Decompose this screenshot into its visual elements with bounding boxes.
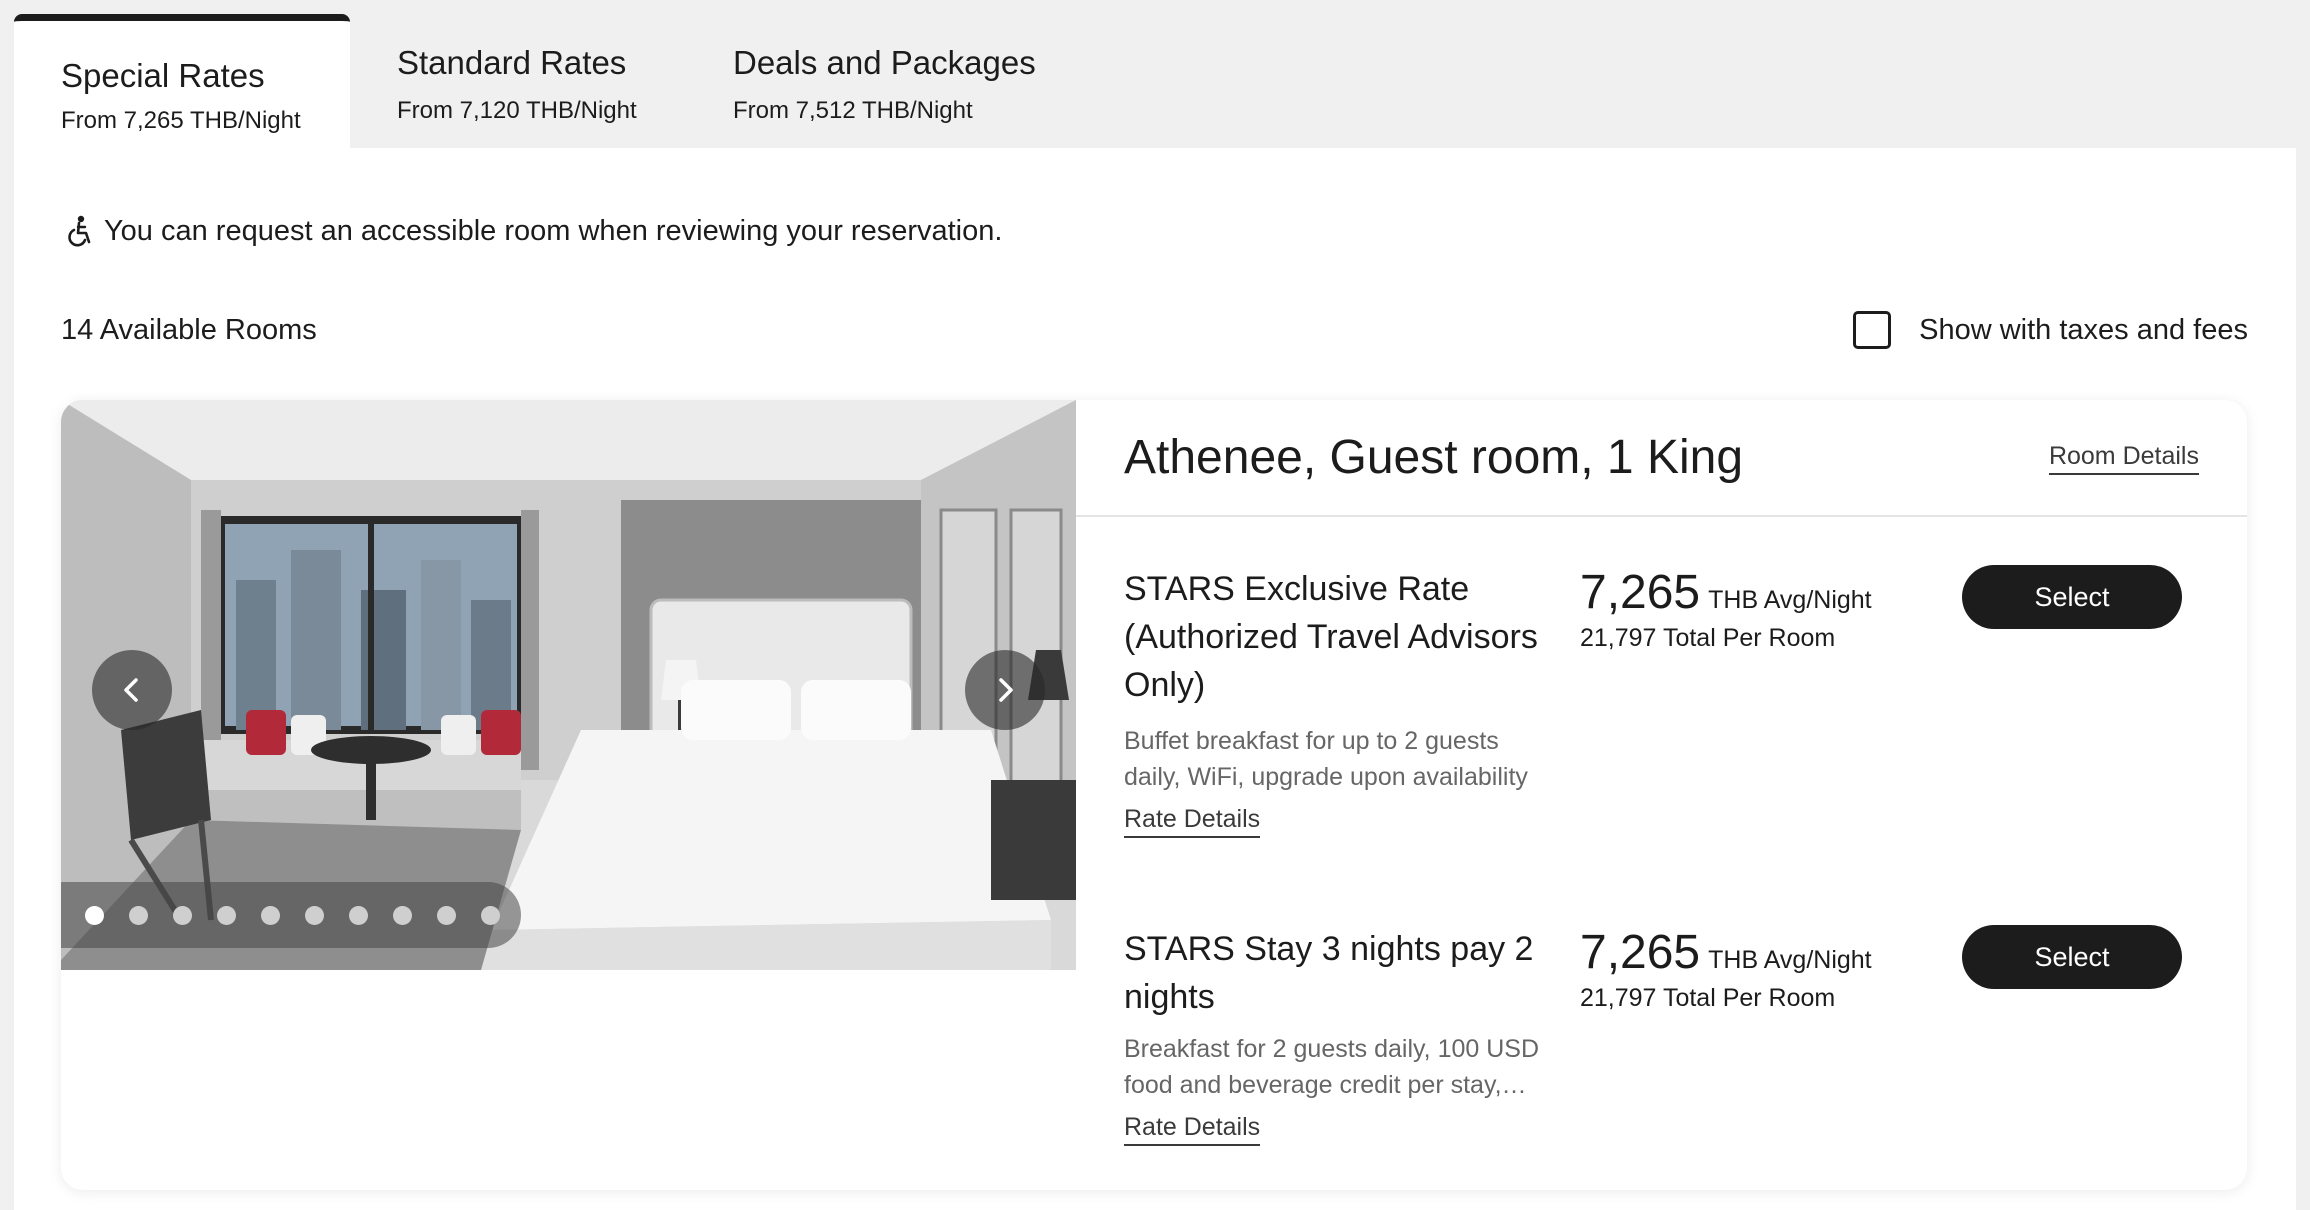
available-rooms-count: 14 Available Rooms bbox=[61, 314, 317, 346]
photo-dot[interactable] bbox=[393, 905, 412, 925]
tab-title: Special Rates bbox=[61, 57, 265, 94]
rates-panel: You can request an accessible room when … bbox=[14, 148, 2296, 1210]
tab-title: Standard Rates bbox=[397, 44, 627, 81]
room-header: Athenee, Guest room, 1 King Room Details bbox=[1076, 400, 2247, 517]
accessibility-notice: You can request an accessible room when … bbox=[64, 214, 1002, 248]
photo-dot[interactable] bbox=[173, 905, 192, 925]
photo-dot[interactable] bbox=[437, 905, 456, 925]
photo-dot[interactable] bbox=[261, 905, 280, 925]
rate-details-link[interactable]: Rate Details bbox=[1124, 805, 1261, 838]
price-total: 21,797 Total Per Room bbox=[1580, 624, 1836, 652]
room-card: Athenee, Guest room, 1 King Room Details… bbox=[61, 400, 2247, 1190]
photo-dot[interactable] bbox=[129, 905, 148, 925]
photo-dot[interactable] bbox=[85, 905, 104, 925]
photo-dot[interactable] bbox=[305, 905, 324, 925]
tab-deals-and-packages[interactable]: Deals and Packages From 7,512 THB/Night bbox=[686, 14, 1066, 148]
select-rate-button[interactable]: Select bbox=[1962, 925, 2182, 989]
taxes-toggle[interactable]: Show with taxes and fees bbox=[1853, 311, 2248, 349]
rate-details-link[interactable]: Rate Details bbox=[1124, 1113, 1261, 1146]
price-amount: 7,265 bbox=[1580, 926, 1701, 979]
tab-special-rates[interactable]: Special Rates From 7,265 THB/Night bbox=[14, 14, 350, 148]
tab-subtitle: From 7,265 THB/Night bbox=[61, 107, 301, 134]
price-total: 21,797 Total Per Room bbox=[1580, 984, 1836, 1012]
next-photo-button[interactable] bbox=[965, 650, 1045, 730]
prev-photo-button[interactable] bbox=[92, 650, 172, 730]
rate-option: STARS Stay 3 nights pay 2 nights Breakfa… bbox=[1076, 925, 2247, 1185]
price-unit: THB Avg/Night bbox=[1708, 946, 1872, 974]
photo-dot[interactable] bbox=[349, 905, 368, 925]
price-amount: 7,265 bbox=[1580, 566, 1701, 619]
select-rate-button[interactable]: Select bbox=[1962, 565, 2182, 629]
room-title: Athenee, Guest room, 1 King bbox=[1124, 431, 1744, 484]
rate-name: STARS Stay 3 nights pay 2 nights bbox=[1124, 930, 1534, 1016]
tab-subtitle: From 7,512 THB/Night bbox=[733, 97, 973, 124]
rate-option: STARS Exclusive Rate (Authorized Travel … bbox=[1076, 565, 2247, 845]
rate-name: STARS Exclusive Rate (Authorized Travel … bbox=[1124, 570, 1538, 704]
rate-tabs: Special Rates From 7,265 THB/Night Stand… bbox=[14, 14, 2296, 148]
rate-price: 7,265 THB Avg/Night 21,797 Total Per Room bbox=[1580, 565, 1872, 653]
room-photo-carousel[interactable] bbox=[61, 400, 1076, 970]
room-details-link[interactable]: Room Details bbox=[2048, 442, 2199, 475]
rate-description: Breakfast for 2 guests daily, 100 USD fo… bbox=[1124, 1035, 1540, 1099]
taxes-toggle-label: Show with taxes and fees bbox=[1919, 313, 2248, 346]
accessibility-notice-text: You can request an accessible room when … bbox=[104, 214, 1003, 247]
chevron-right-icon bbox=[999, 678, 1013, 702]
price-unit: THB Avg/Night bbox=[1708, 586, 1872, 614]
photo-dot[interactable] bbox=[217, 905, 236, 925]
accessibility-icon bbox=[68, 215, 91, 247]
tab-standard-rates[interactable]: Standard Rates From 7,120 THB/Night bbox=[350, 14, 670, 148]
photo-pagination bbox=[61, 882, 521, 948]
taxes-checkbox[interactable] bbox=[1853, 311, 1892, 349]
rate-description: Buffet breakfast for up to 2 guests dail… bbox=[1124, 727, 1528, 791]
tab-title: Deals and Packages bbox=[733, 44, 1036, 81]
rate-price: 7,265 THB Avg/Night 21,797 Total Per Room bbox=[1580, 925, 1872, 1013]
photo-dot[interactable] bbox=[481, 905, 500, 925]
chevron-left-icon bbox=[124, 678, 138, 702]
tab-subtitle: From 7,120 THB/Night bbox=[397, 97, 637, 124]
